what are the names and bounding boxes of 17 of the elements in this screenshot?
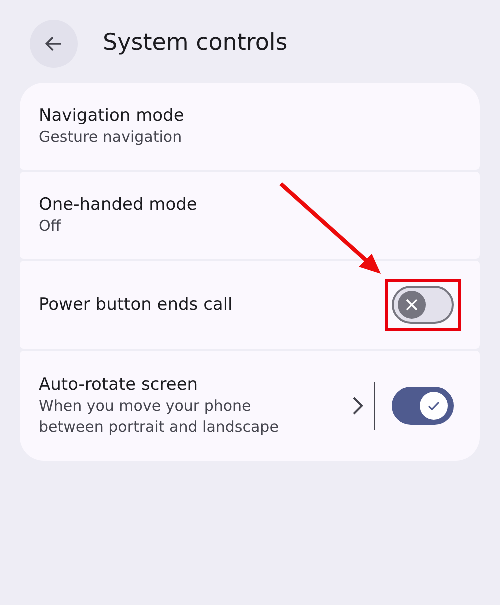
item-title: Auto-rotate screen [39,374,200,396]
close-icon [405,298,419,312]
page-title: System controls [103,30,288,58]
settings-item[interactable]: Auto-rotate screen When you move your phone between portrait and landscape [20,351,480,461]
item-title: One-handed mode [39,194,198,216]
item-summary: Off [39,216,62,238]
item-summary: When you move your phone between portrait and landscape [39,396,280,438]
toggle-switch[interactable] [392,286,454,324]
item-title: Power button ends call [39,294,234,316]
toggle-switch[interactable] [392,387,454,425]
settings-item[interactable]: One-handed mode Off [20,172,480,259]
settings-item[interactable]: Power button ends call [20,261,480,349]
item-summary: Gesture navigation [39,127,184,148]
back-button[interactable] [30,20,78,68]
item-title: Navigation mode [39,104,186,128]
settings-item[interactable]: Navigation mode Gesture navigation [20,83,480,170]
chevron-right-icon[interactable] [352,396,364,416]
